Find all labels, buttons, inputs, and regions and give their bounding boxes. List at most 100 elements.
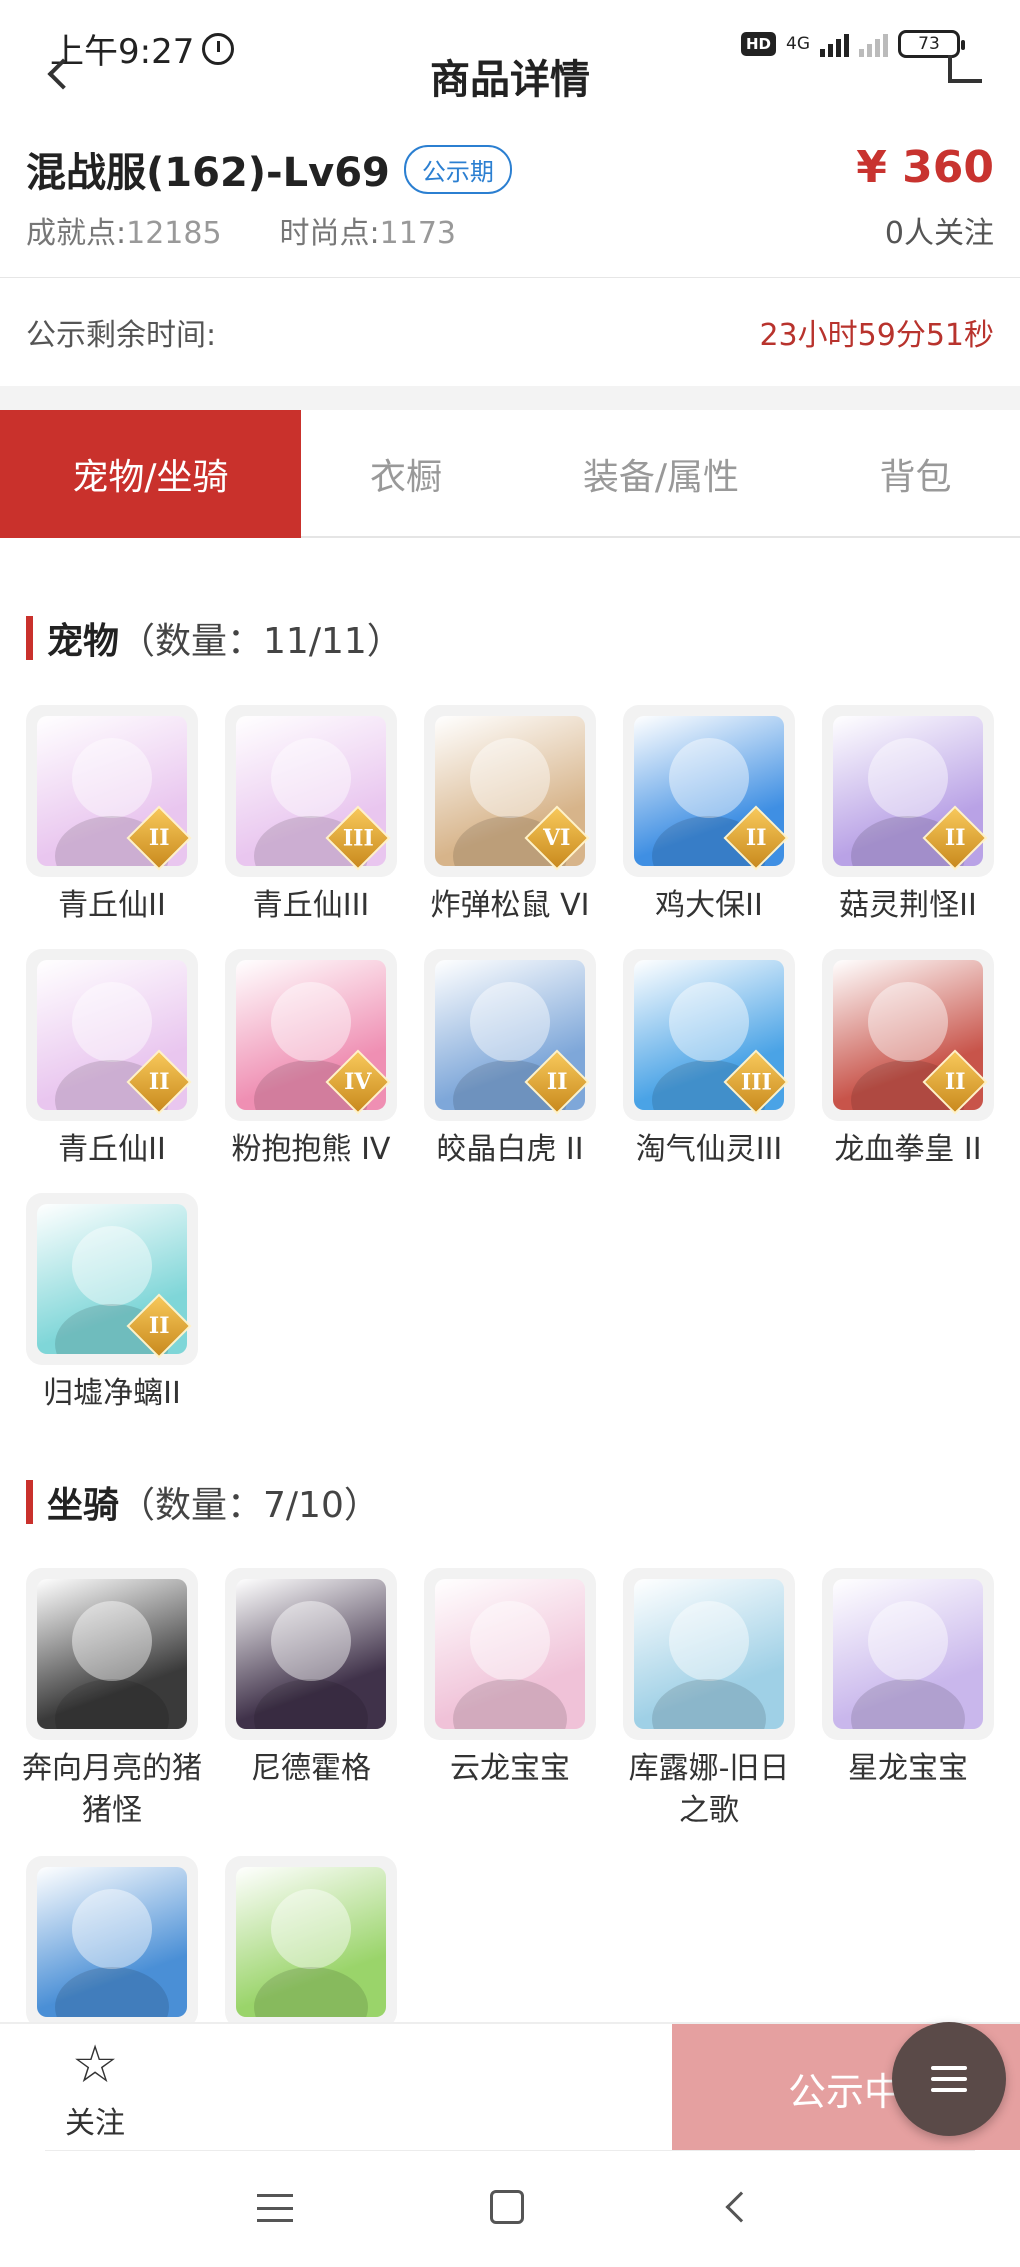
action-bar: ☆ 关注 公示中: [0, 2022, 1020, 2152]
tab-bar: 宠物/坐骑 衣橱 装备/属性 背包: [0, 410, 1020, 538]
mount-card[interactable]: 奔向月亮的猪猪怪: [22, 1568, 202, 1832]
follow-button[interactable]: ☆ 关注: [40, 2038, 150, 2142]
tab-pets-mounts[interactable]: 宠物/坐骑: [0, 410, 301, 538]
mount-thumbnail: [225, 1856, 397, 2028]
home-icon[interactable]: [490, 2190, 524, 2224]
tier-text: VI: [543, 825, 571, 851]
section-gap: [0, 386, 1020, 410]
battery-level: 73: [918, 34, 940, 54]
mount-portrait: [833, 1579, 983, 1729]
tier-text: II: [944, 1069, 966, 1095]
pet-card[interactable]: VI 炸弹松鼠 VI: [424, 705, 596, 927]
mount-card[interactable]: 尼德霍格: [225, 1568, 397, 1832]
tier-text: IV: [344, 1069, 372, 1095]
follow-label: 关注: [65, 2106, 125, 2141]
mount-name: 库露娜-旧日之歌: [628, 1751, 790, 1828]
follower-count: 0人关注: [884, 216, 994, 251]
product-name: 混战服(162)-Lv69 公示期: [26, 140, 512, 198]
share-icon[interactable]: [948, 55, 982, 83]
pet-name: 粉抱抱熊 IV: [231, 1132, 391, 1167]
mount-thumbnail: [26, 1568, 198, 1740]
mounts-section-title: 坐骑 （数量：7/10）: [26, 1476, 380, 1528]
page-title: 商品详情: [430, 57, 590, 103]
pet-thumbnail: II: [26, 1193, 198, 1365]
pet-card[interactable]: II 龙血拳皇 II: [822, 949, 994, 1171]
mount-portrait: [435, 1579, 585, 1729]
countdown-label: 公示剩余时间:: [26, 318, 217, 353]
mount-portrait: [634, 1579, 784, 1729]
signal-secondary-icon: [859, 31, 888, 57]
tier-text: III: [342, 825, 374, 851]
pet-name: 鸡大保II: [655, 888, 763, 923]
pet-thumbnail: II: [26, 705, 198, 877]
tier-text: II: [944, 825, 966, 851]
fashion-points: 时尚点:1173: [280, 208, 456, 252]
mounts-grid: 奔向月亮的猪猪怪 尼德霍格 云龙宝宝 库露娜-旧日之歌 星龙宝宝: [22, 1568, 1006, 2028]
pet-card[interactable]: II 菇灵荆怪II: [822, 705, 994, 927]
pet-card[interactable]: II 青丘仙II: [26, 949, 198, 1171]
pet-name: 归墟净螭II: [43, 1376, 181, 1411]
pet-name: 菇灵荆怪II: [839, 888, 977, 923]
pet-name: 龙血拳皇 II: [834, 1132, 982, 1167]
mount-card[interactable]: 云龙宝宝: [424, 1568, 596, 1832]
pet-card[interactable]: II 归墟净螭II: [26, 1193, 198, 1415]
pet-name: 青丘仙II: [58, 888, 166, 923]
status-button-label: 公示中: [788, 2069, 903, 2114]
pets-section-title: 宠物 （数量：11/11）: [26, 612, 403, 664]
fashion-label: 时尚点:: [279, 216, 380, 251]
achievement-label: 成就点:: [26, 216, 127, 251]
mount-thumbnail: [424, 1568, 596, 1740]
mount-card[interactable]: [225, 1856, 397, 2028]
status-indicators: HD 4G 73: [740, 30, 965, 58]
section-marker: [26, 1480, 33, 1524]
star-icon: ☆: [71, 2035, 119, 2095]
mount-card[interactable]: [26, 1856, 198, 2028]
divider: [45, 2150, 975, 2151]
product-name-text: 混战服(162)-Lv69: [26, 150, 390, 196]
pet-thumbnail: II: [822, 949, 994, 1121]
pet-thumbnail: II: [623, 705, 795, 877]
mount-portrait: [37, 1867, 187, 2017]
achievement-value: 12185: [126, 216, 222, 251]
mount-thumbnail: [26, 1856, 198, 2028]
tier-text: II: [148, 1069, 170, 1095]
nav-bar: 商品详情: [0, 55, 1020, 105]
floating-menu-button[interactable]: [892, 2022, 1006, 2136]
menu-line: [931, 2077, 967, 2081]
mount-thumbnail: [623, 1568, 795, 1740]
tier-text: III: [740, 1069, 772, 1095]
battery-icon: 73: [898, 30, 965, 58]
network-label: 4G: [786, 34, 810, 54]
countdown-row: 公示剩余时间: 23小时59分51秒: [0, 278, 1020, 386]
mount-name: 星龙宝宝: [848, 1751, 968, 1786]
pet-name: 炸弹松鼠 VI: [430, 888, 590, 923]
mount-thumbnail: [822, 1568, 994, 1740]
pet-thumbnail: IV: [225, 949, 397, 1121]
mount-portrait: [37, 1579, 187, 1729]
tier-text: II: [546, 1069, 568, 1095]
pet-card[interactable]: II 鸡大保II: [623, 705, 795, 927]
mount-card[interactable]: 星龙宝宝: [822, 1568, 994, 1832]
tab-wardrobe[interactable]: 衣橱: [301, 410, 511, 538]
pet-card[interactable]: III 青丘仙III: [225, 705, 397, 927]
mounts-count: （数量：7/10）: [119, 1485, 380, 1526]
tab-backpack[interactable]: 背包: [811, 410, 1020, 538]
tab-equipment[interactable]: 装备/属性: [511, 410, 811, 538]
back-nav-icon[interactable]: [725, 2191, 757, 2223]
pet-card[interactable]: III 淘气仙灵III: [623, 949, 795, 1171]
pet-thumbnail: VI: [424, 705, 596, 877]
menu-line: [931, 2088, 967, 2092]
pet-card[interactable]: II 皎晶白虎 II: [424, 949, 596, 1171]
menu-icon[interactable]: [257, 2194, 293, 2222]
pet-thumbnail: II: [26, 949, 198, 1121]
pet-thumbnail: II: [822, 705, 994, 877]
pet-card[interactable]: IV 粉抱抱熊 IV: [225, 949, 397, 1171]
product-stats: 成就点:12185 时尚点:1173: [26, 208, 456, 252]
mount-card[interactable]: 库露娜-旧日之歌: [623, 1568, 795, 1832]
mount-portrait: [236, 1579, 386, 1729]
status-badge: 公示期: [403, 144, 512, 194]
pets-count: （数量：11/11）: [119, 621, 403, 662]
pets-title: 宠物: [47, 621, 120, 662]
mount-name: 云龙宝宝: [450, 1751, 570, 1786]
pet-card[interactable]: II 青丘仙II: [26, 705, 198, 927]
